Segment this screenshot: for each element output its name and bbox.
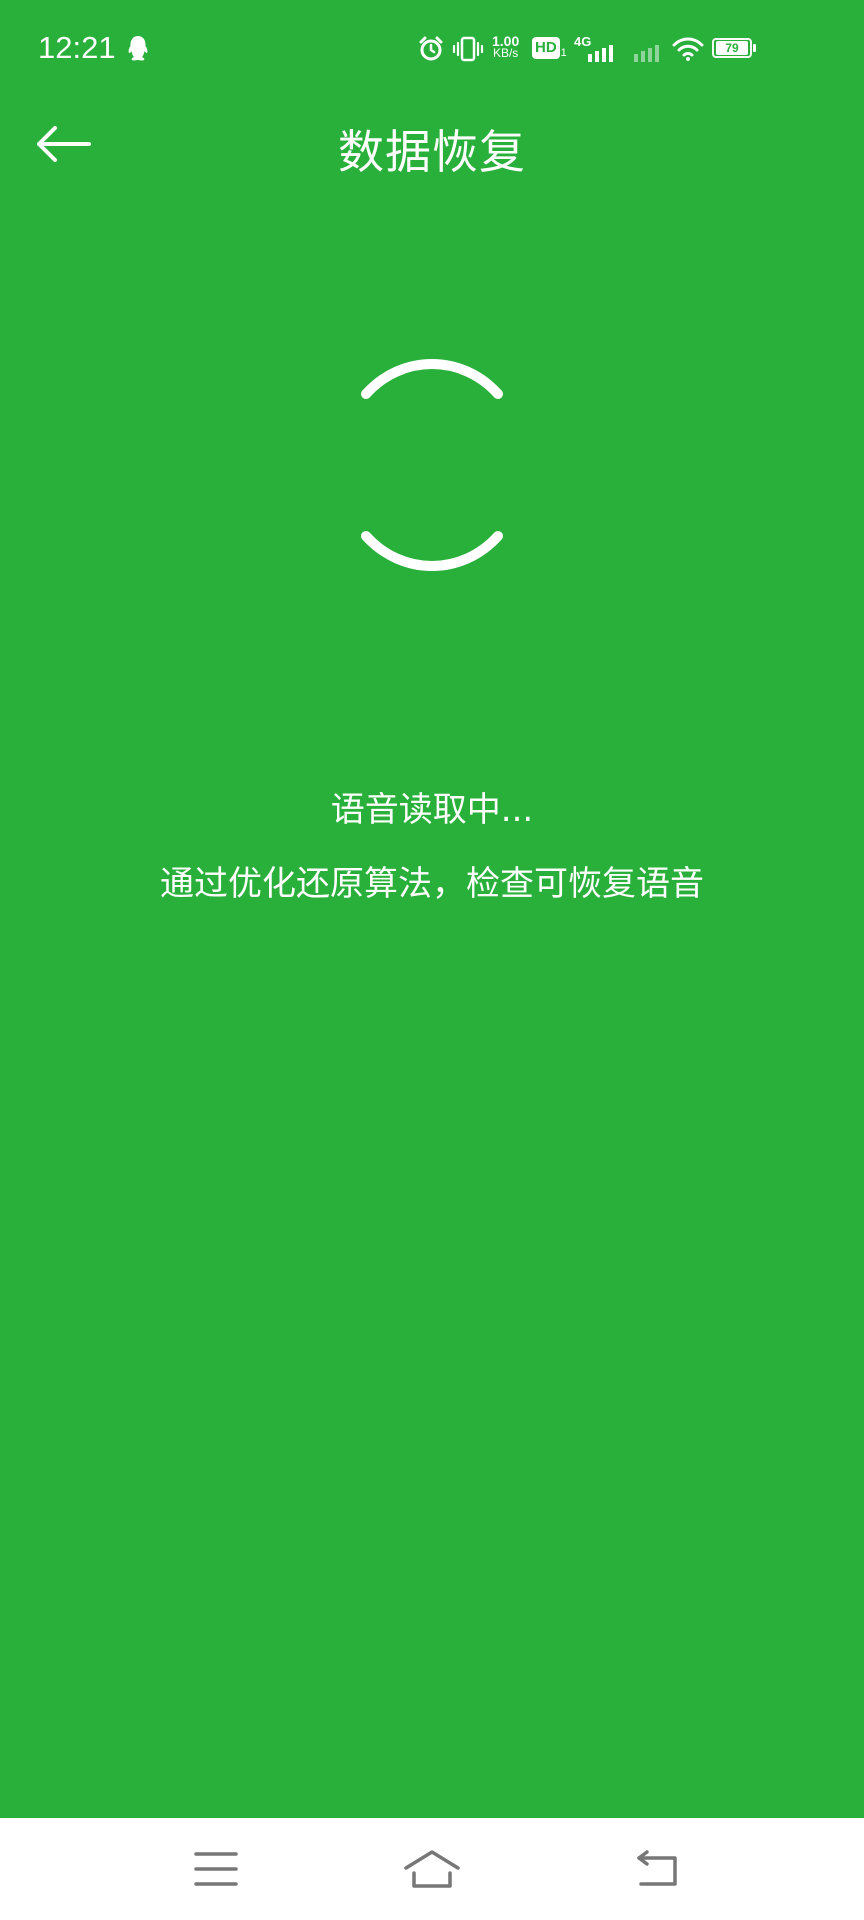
signal-icon: 4G (574, 34, 614, 62)
alarm-icon (419, 36, 443, 61)
hd-icon: HD 1 (532, 37, 567, 59)
net-speed: 1.00 KB/s (492, 34, 519, 60)
qq-penguin-icon (128, 36, 148, 61)
page-title: 数据恢复 (338, 125, 526, 179)
toolbar: 数据恢复 (0, 100, 864, 192)
nav-menu-button[interactable] (186, 1844, 246, 1894)
battery-icon: 79 (712, 38, 758, 60)
vibrate-icon (452, 36, 484, 62)
navigation-bar (0, 1818, 864, 1920)
menu-icon (194, 1852, 238, 1886)
battery-level: 79 (716, 41, 748, 55)
nav-home-button[interactable] (402, 1844, 462, 1894)
data-recovery-screen: 12:21 1.00 KB/s HD 1 4G 79 数据恢复 语音读取中...… (0, 0, 864, 1920)
home-icon (404, 1850, 460, 1888)
wifi-icon (672, 37, 704, 61)
back-icon (637, 1850, 677, 1886)
nav-back-button[interactable] (628, 1844, 688, 1894)
hd-label: HD (532, 37, 560, 59)
hd-sub: 1 (560, 47, 567, 59)
detail-text: 通过优化还原算法，检查可恢复语音 (160, 864, 704, 904)
loading-spinner-icon (361, 359, 503, 571)
net-speed-unit: KB/s (492, 46, 519, 60)
signal-weak-icon (634, 45, 659, 62)
status-bar: 12:21 1.00 KB/s HD 1 4G 79 (0, 0, 864, 100)
status-text: 语音读取中... (330, 790, 534, 830)
status-time: 12:21 (38, 30, 116, 65)
